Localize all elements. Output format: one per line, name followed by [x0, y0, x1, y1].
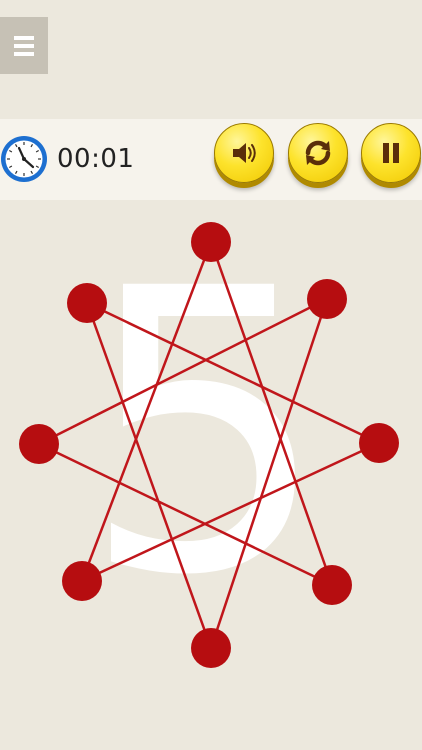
- timer-display: 00:01: [57, 144, 135, 174]
- clock-icon: [0, 131, 50, 187]
- restart-button[interactable]: [288, 123, 348, 183]
- status-bar: 00:01: [0, 119, 422, 200]
- pause-icon: [383, 143, 399, 163]
- puzzle-node[interactable]: [359, 423, 399, 463]
- puzzle-node[interactable]: [19, 424, 59, 464]
- puzzle-node[interactable]: [67, 283, 107, 323]
- puzzle-node[interactable]: [191, 222, 231, 262]
- menu-button[interactable]: [0, 17, 48, 74]
- puzzle-node[interactable]: [307, 279, 347, 319]
- puzzle-node[interactable]: [312, 565, 352, 605]
- game-board[interactable]: 5: [0, 200, 422, 750]
- pause-button[interactable]: [361, 123, 421, 183]
- level-number: 5: [81, 206, 329, 660]
- speaker-icon: [233, 143, 256, 163]
- hamburger-menu-icon: [14, 35, 34, 56]
- sound-button[interactable]: [214, 123, 274, 183]
- puzzle-node[interactable]: [62, 561, 102, 601]
- restart-arrows-icon: [305, 140, 331, 166]
- puzzle-node[interactable]: [191, 628, 231, 668]
